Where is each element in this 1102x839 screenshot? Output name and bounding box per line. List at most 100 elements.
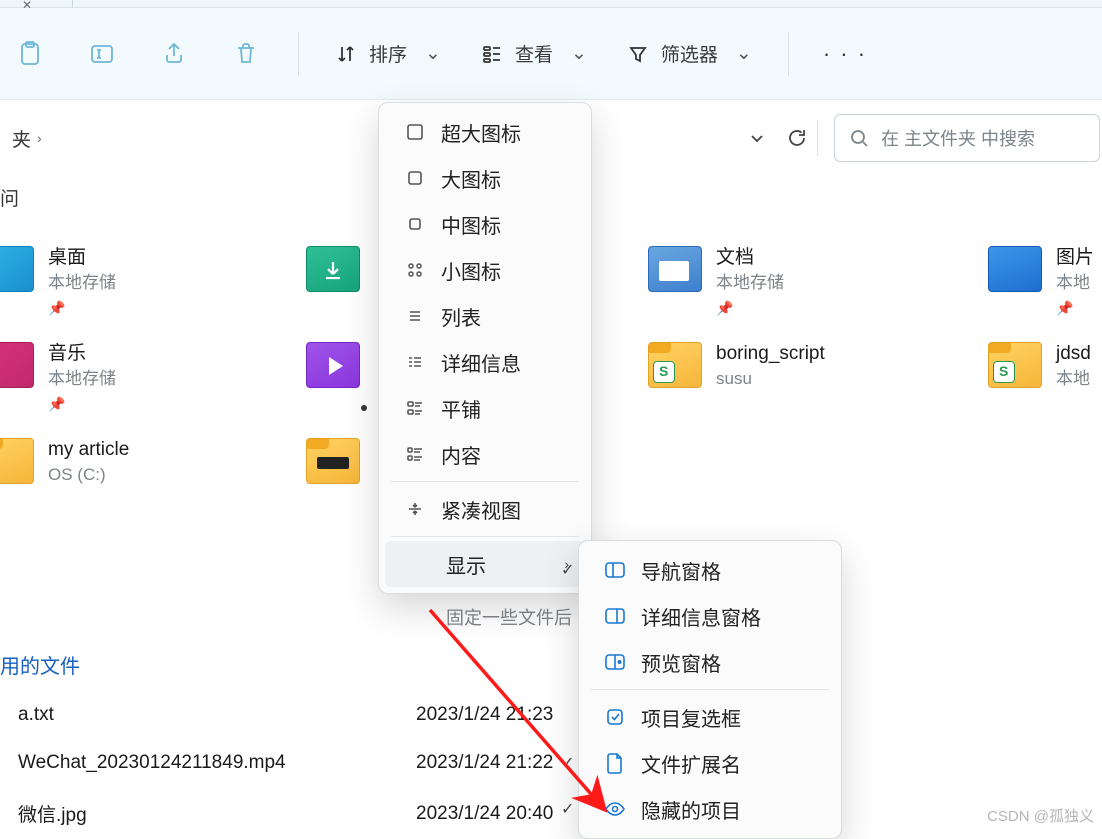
divider [817,120,818,156]
menu-label: 大图标 [441,164,501,193]
menu-item-tiles[interactable]: 平铺 [385,385,585,431]
chevron-down-icon: ⌄ [571,42,587,65]
item-sub: 本地存储 [48,272,116,294]
menu-label: 项目复选框 [641,703,741,732]
divider [72,0,73,8]
recent-date: 2023/1/24 21:22 [416,752,553,774]
item-name: boring_script [716,342,825,366]
menu-item-medium[interactable]: 中图标 [385,201,585,247]
filter-label: 筛选器 [661,40,718,67]
grid-item-videos[interactable] [306,342,360,388]
panel-preview-icon [603,650,627,674]
check-icon: ✓ [561,560,574,580]
menu-label: 详细信息窗格 [641,602,761,631]
recent-row[interactable]: WeChat_20230124211849.mp4 2023/1/24 21:2… [18,752,1102,774]
item-sub: OS (C:) [48,464,129,486]
menu-item-large[interactable]: 大图标 [385,155,585,201]
pin-icon: 📌 [48,300,116,317]
menu-label: 超大图标 [441,118,521,147]
pin-icon: 📌 [716,300,784,317]
submenu-details-pane[interactable]: 详细信息窗格 [585,593,835,639]
grid-item-downloads[interactable] [306,246,360,292]
menu-item-show[interactable]: 显示 › [385,541,585,587]
item-sub: 本地 [1056,368,1091,390]
grid-icon [403,212,427,236]
grid-item-boring[interactable]: boring_script susu [648,342,825,390]
panel-right-icon [603,604,627,628]
folder-icon [306,246,360,292]
item-sub: susu [716,368,825,390]
selected-bullet-icon [361,405,367,411]
folder-icon [306,438,360,484]
grid-item-folder[interactable] [306,438,360,484]
panel-left-icon [603,558,627,582]
chevron-down-icon: ⌄ [736,42,752,65]
check-icon: ✓ [561,753,574,773]
submenu-file-extensions[interactable]: ✓ 文件扩展名 [585,740,835,786]
sort-button[interactable]: 排序 ⌄ [325,34,451,73]
menu-label: 预览窗格 [641,648,721,677]
menu-item-list[interactable]: 列表 [385,293,585,339]
checkbox-icon [603,705,627,729]
menu-item-content[interactable]: 内容 [385,431,585,477]
recent-row[interactable]: a.txt 2023/1/24 21:23 [18,704,1102,726]
menu-item-details[interactable]: 详细信息 [385,339,585,385]
recent-name: WeChat_20230124211849.mp4 [18,752,286,774]
item-sub: 本地 [1056,272,1094,294]
menu-separator [591,689,829,690]
grid-item-documents[interactable]: 文档 本地存储 📌 [648,246,784,317]
chevron-down-icon: ⌄ [425,42,441,65]
grid-item-music[interactable]: 音乐 本地存储 📌 [0,342,116,413]
grid-item-myarticle[interactable]: my article OS (C:) [0,438,129,486]
address-dropdown[interactable] [737,114,777,162]
item-name: 桌面 [48,246,116,270]
file-icon [603,751,627,775]
folder-icon [988,246,1042,292]
grid-item-desktop[interactable]: 桌面 本地存储 📌 [0,246,116,317]
share-icon[interactable] [148,28,200,80]
menu-item-extra-large[interactable]: 超大图标 [385,109,585,155]
grid-small-icon [403,258,427,282]
view-button[interactable]: 查看 ⌄ [471,34,597,73]
grid-icon [403,120,427,144]
delete-icon[interactable] [220,28,272,80]
grid-icon [403,166,427,190]
empty-pinned-hint: 固定一些文件后 [446,604,572,630]
search-input[interactable]: 在 主文件夹 中搜索 [834,114,1100,162]
submenu-navigation-pane[interactable]: ✓ 导航窗格 [585,547,835,593]
search-placeholder: 在 主文件夹 中搜索 [881,125,1035,151]
menu-label: 列表 [441,302,481,331]
refresh-button[interactable] [777,114,817,162]
item-name: 图片 [1056,246,1094,270]
submenu-item-checkboxes[interactable]: 项目复选框 [585,694,835,740]
menu-separator [391,536,579,537]
content-icon [403,442,427,466]
recent-name: a.txt [18,704,54,726]
menu-item-small[interactable]: 小图标 [385,247,585,293]
details-icon [403,350,427,374]
quick-access-header: 问 [0,184,19,211]
folder-icon [0,438,34,484]
menu-item-compact[interactable]: 紧凑视图 [385,486,585,532]
more-button[interactable]: · · · [815,41,875,67]
submenu-hidden-items[interactable]: ✓ 隐藏的项目 [585,786,835,832]
breadcrumb-segment[interactable]: 夹 [12,125,31,152]
check-icon: ✓ [561,799,574,819]
list-icon [403,304,427,328]
submenu-preview-pane[interactable]: 预览窗格 [585,639,835,685]
menu-label: 紧凑视图 [441,495,521,524]
item-sub: 本地存储 [716,272,784,294]
grid-item-pictures[interactable]: 图片 本地 📌 [988,246,1094,317]
show-submenu: ✓ 导航窗格 详细信息窗格 预览窗格 项目复选框 ✓ 文件扩展名 ✓ 隐藏的项目 [578,540,842,839]
paste-icon[interactable] [4,28,56,80]
titlebar-fragment: ✕ [0,0,1102,8]
recent-name: 微信.jpg [18,800,87,827]
grid-item-jdsd[interactable]: jdsd 本地 [988,342,1091,390]
filter-button[interactable]: 筛选器 ⌄ [617,34,762,73]
recent-row[interactable]: 微信.jpg 2023/1/24 20:40 [18,800,1102,827]
rename-icon[interactable] [76,28,128,80]
menu-label: 导航窗格 [641,556,721,585]
breadcrumb[interactable]: 夹 › [0,114,60,162]
item-name: jdsd [1056,342,1091,366]
divider [298,32,299,76]
